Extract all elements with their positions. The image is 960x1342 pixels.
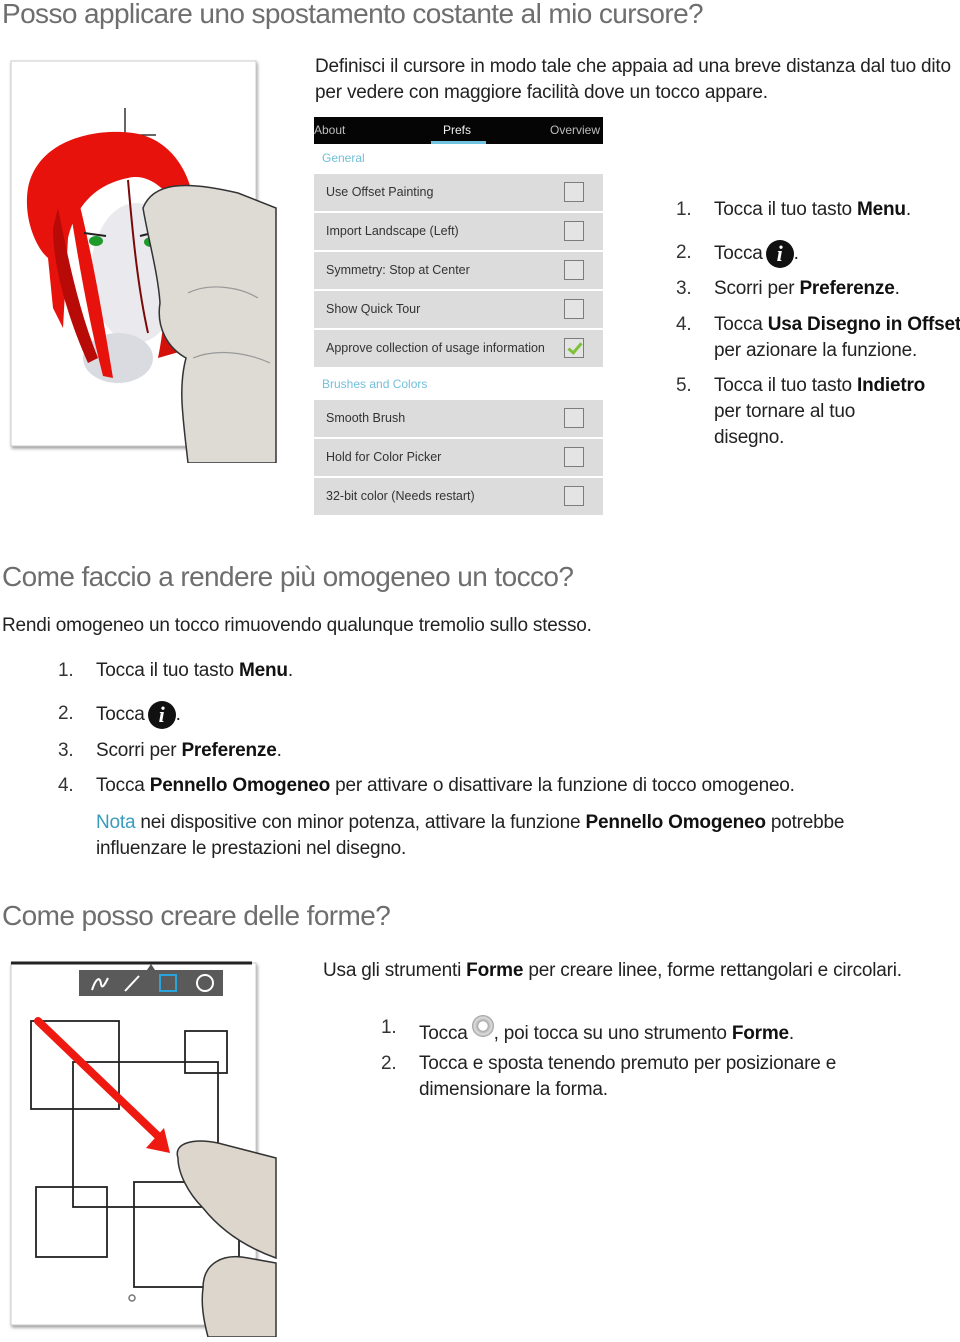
intro-bold: Forme bbox=[466, 960, 524, 981]
section-title-smooth: Come faccio a rendere più omogeneo un to… bbox=[2, 561, 574, 592]
step-text: per azionare la funzione. bbox=[714, 340, 918, 361]
step-text: Tocca il tuo tasto bbox=[96, 660, 239, 681]
pref-row[interactable]: Approve collection of usage information bbox=[314, 330, 603, 367]
step-text: Tocca bbox=[714, 243, 763, 264]
step-bold: Preferenze bbox=[181, 740, 277, 761]
step-bold: Menu bbox=[239, 660, 288, 681]
step-text: , poi tocca su uno strumento bbox=[493, 1023, 732, 1044]
step-number: 2. bbox=[381, 1053, 397, 1074]
step-text: Tocca e sposta tenendo premuto per posiz… bbox=[419, 1053, 837, 1074]
step-text: . bbox=[894, 278, 900, 299]
brush-ring-icon bbox=[471, 1015, 494, 1037]
step-number: 1. bbox=[676, 199, 692, 220]
pref-label: Import Landscape (Left) bbox=[326, 224, 459, 238]
step-bold: Pennello Omogeneo bbox=[149, 775, 331, 796]
shapes-illustration bbox=[8, 958, 278, 1338]
step-number: 1. bbox=[381, 1017, 397, 1038]
pref-checkbox[interactable] bbox=[564, 408, 584, 428]
intro-text: Usa gli strumenti bbox=[323, 960, 467, 981]
section-header-general: General bbox=[322, 151, 365, 165]
note-text: nei dispositive con minor potenza, attiv… bbox=[135, 812, 586, 833]
pref-row[interactable]: Use Offset Painting bbox=[314, 174, 603, 211]
step-number: 2. bbox=[58, 703, 74, 724]
pref-checkbox[interactable] bbox=[564, 182, 584, 202]
pref-checkbox[interactable] bbox=[564, 447, 584, 467]
tab-about[interactable]: About bbox=[314, 123, 345, 137]
offset-cursor-illustration bbox=[8, 58, 278, 464]
step-text: Tocca bbox=[419, 1023, 468, 1044]
pref-row[interactable]: Hold for Color Picker bbox=[314, 439, 603, 476]
pref-checkbox[interactable] bbox=[564, 486, 584, 506]
intro-text: per creare linee, forme rettangolari e c… bbox=[523, 960, 902, 981]
step-bold: Preferenze bbox=[799, 278, 895, 299]
pref-label: Hold for Color Picker bbox=[326, 450, 442, 464]
pref-label: Smooth Brush bbox=[326, 411, 406, 425]
pref-label: Use Offset Painting bbox=[326, 185, 434, 199]
step-text: . bbox=[276, 740, 282, 761]
tab-prefs[interactable]: Prefs bbox=[443, 123, 471, 137]
pref-row[interactable]: Show Quick Tour bbox=[314, 291, 603, 328]
step-text: dimensionare la forma. bbox=[419, 1079, 608, 1100]
pref-row[interactable]: Symmetry: Stop at Center bbox=[314, 252, 603, 289]
step-bold: Indietro bbox=[857, 375, 926, 396]
step-number: 4. bbox=[58, 775, 74, 796]
note-paragraph: Nota nei dispositive con minor potenza, … bbox=[96, 810, 844, 862]
pref-checkbox[interactable] bbox=[564, 260, 584, 280]
step-text: per attivare o disattivare la funzione d… bbox=[330, 775, 795, 796]
step-number: 4. bbox=[676, 314, 692, 335]
step-text: Tocca il tuo tasto bbox=[714, 375, 857, 396]
step-text: . bbox=[175, 704, 181, 725]
step-text: . bbox=[793, 243, 799, 264]
section-title-shapes: Come posso creare delle forme? bbox=[2, 900, 391, 931]
step-text: Scorri per bbox=[96, 740, 182, 761]
step-text: Tocca bbox=[96, 704, 145, 725]
step-number: 3. bbox=[676, 278, 692, 299]
section-header-brushes: Brushes and Colors bbox=[322, 377, 428, 391]
step-text: Tocca bbox=[96, 775, 150, 796]
pref-label: Approve collection of usage information bbox=[326, 341, 545, 355]
pref-row[interactable]: Import Landscape (Left) bbox=[314, 213, 603, 250]
step-number: 2. bbox=[676, 242, 692, 263]
active-tab-indicator bbox=[431, 141, 486, 144]
step-bold: Menu bbox=[857, 199, 906, 220]
prefs-screenshot: About Prefs Overview General Use Offset … bbox=[314, 117, 603, 517]
step-text: Tocca bbox=[714, 314, 768, 335]
pref-checkbox-checked[interactable] bbox=[564, 338, 584, 358]
step-text: . bbox=[788, 1023, 794, 1044]
section-title-offset: Posso applicare uno spostamento costante… bbox=[2, 0, 704, 29]
pref-label: Show Quick Tour bbox=[326, 302, 421, 316]
note-bold: Pennello Omogeneo bbox=[585, 812, 766, 833]
step-number: 1. bbox=[58, 660, 74, 681]
step-number: 5. bbox=[676, 375, 692, 396]
info-icon: i bbox=[147, 701, 176, 729]
tab-overview[interactable]: Overview bbox=[550, 123, 600, 137]
pref-checkbox[interactable] bbox=[564, 221, 584, 241]
note-text: influenzare le prestazioni nel disegno. bbox=[96, 838, 407, 859]
pref-row[interactable]: 32-bit color (Needs restart) bbox=[314, 478, 603, 515]
section3-intro: Usa gli strumenti Forme per creare linee… bbox=[323, 958, 902, 984]
note-text: potrebbe bbox=[765, 812, 845, 833]
step-bold: Usa Disegno in Offset bbox=[767, 314, 960, 335]
prefs-tab-bar: About Prefs Overview bbox=[314, 117, 603, 144]
step-text: . bbox=[287, 660, 293, 681]
step-text: per tornare al tuo bbox=[714, 401, 856, 422]
section1-intro: Definisci il cursore in modo tale che ap… bbox=[315, 56, 951, 103]
step-text: Tocca il tuo tasto bbox=[714, 199, 857, 220]
pref-label: Symmetry: Stop at Center bbox=[326, 263, 470, 277]
section2-intro: Rendi omogeneo un tocco rimuovendo qualu… bbox=[2, 615, 592, 636]
pref-label: 32-bit color (Needs restart) bbox=[326, 489, 475, 503]
note-label: Nota bbox=[96, 812, 136, 833]
step-text: . bbox=[905, 199, 911, 220]
step-text: disegno. bbox=[714, 427, 785, 448]
step-number: 3. bbox=[58, 740, 74, 761]
step-bold: Forme bbox=[731, 1023, 789, 1044]
step-text: Scorri per bbox=[714, 278, 800, 299]
pref-row[interactable]: Smooth Brush bbox=[314, 400, 603, 437]
pref-checkbox[interactable] bbox=[564, 299, 584, 319]
info-icon: i bbox=[765, 240, 794, 268]
